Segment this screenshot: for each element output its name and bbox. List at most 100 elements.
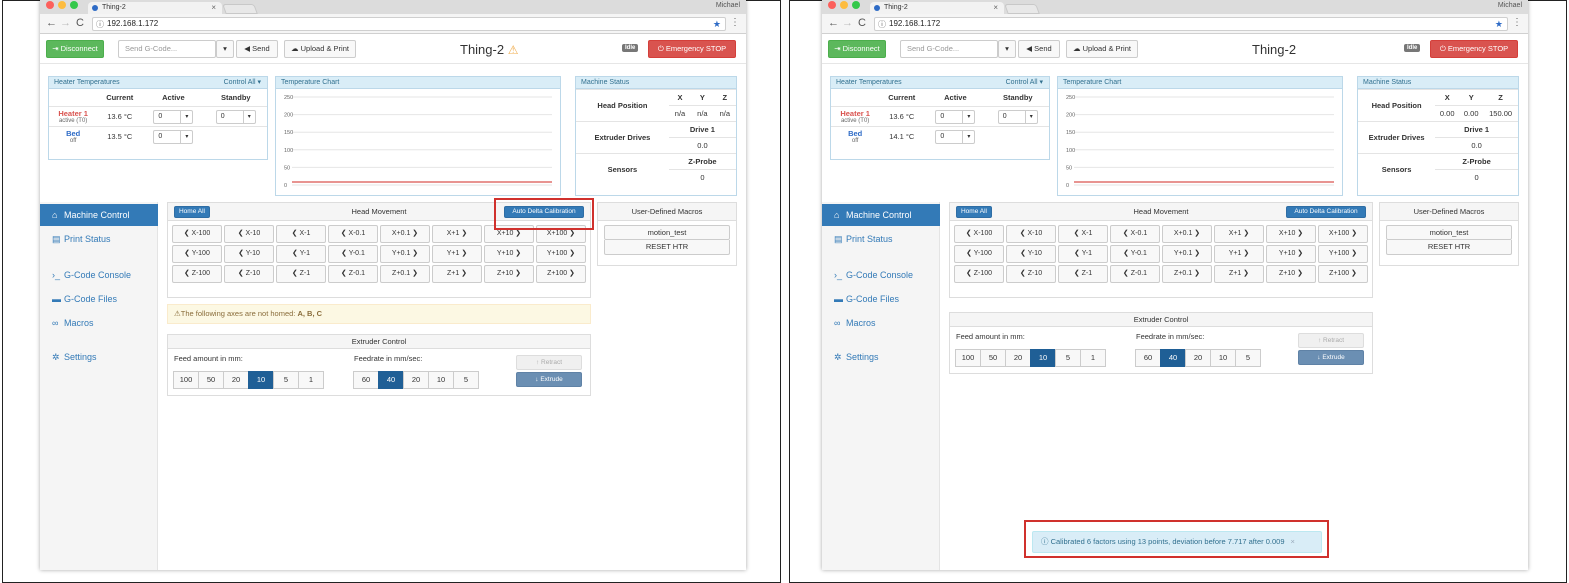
rate-option[interactable]: 5 bbox=[1235, 349, 1261, 367]
move-button[interactable]: Z+0.1 ❯ bbox=[1162, 265, 1212, 283]
close-tab-icon[interactable]: × bbox=[993, 2, 998, 13]
move-button[interactable]: ❮ Z-1 bbox=[1058, 265, 1108, 283]
rate-option[interactable]: 10 bbox=[1210, 349, 1236, 367]
close-window-button[interactable] bbox=[46, 1, 54, 9]
move-button[interactable]: Y+10 ❯ bbox=[484, 245, 534, 263]
move-button[interactable]: ❮ Z-1 bbox=[276, 265, 326, 283]
rate-option[interactable]: 40 bbox=[1160, 349, 1186, 367]
home-all-button[interactable]: Home All bbox=[956, 206, 992, 218]
send-button[interactable]: ◀ Send bbox=[1018, 40, 1060, 58]
sidebar-item-print-status[interactable]: ▤ Print Status bbox=[822, 228, 940, 250]
move-button[interactable]: ❮ Z-10 bbox=[1006, 265, 1056, 283]
heater1-standby-select[interactable]: 0 ▾ bbox=[215, 109, 256, 124]
move-button[interactable]: Y+0.1 ❯ bbox=[1162, 245, 1212, 263]
browser-menu-icon[interactable]: ⋮ bbox=[1512, 17, 1522, 28]
move-button[interactable]: Y+100 ❯ bbox=[536, 245, 586, 263]
extrude-button[interactable]: ↓ Extrude bbox=[1298, 350, 1364, 365]
heater1-name[interactable]: Heater 1 bbox=[52, 109, 94, 118]
move-button[interactable]: ❮ Z-100 bbox=[954, 265, 1004, 283]
gcode-history-dropdown[interactable]: ▾ bbox=[216, 40, 234, 58]
forward-icon[interactable]: → bbox=[60, 17, 71, 29]
macro-motion-test-button[interactable]: motion_test bbox=[1386, 225, 1512, 240]
gcode-input[interactable]: Send G-Code... bbox=[118, 40, 216, 58]
move-button[interactable]: ❮ X-1 bbox=[1058, 225, 1108, 243]
sidebar-item-machine-control[interactable]: ⌂ Machine Control bbox=[822, 204, 940, 226]
upload-print-button[interactable]: ☁ Upload & Print bbox=[284, 40, 356, 58]
feed-option[interactable]: 10 bbox=[1030, 349, 1056, 367]
heater1-standby-select[interactable]: 0 ▾ bbox=[997, 109, 1038, 124]
macro-reset-htr-button[interactable]: RESET HTR bbox=[1386, 240, 1512, 255]
bed-name[interactable]: Bed bbox=[834, 129, 876, 138]
feed-option[interactable]: 1 bbox=[1080, 349, 1106, 367]
rate-option[interactable]: 20 bbox=[1185, 349, 1211, 367]
move-button[interactable]: ❮ X-10 bbox=[1006, 225, 1056, 243]
back-icon[interactable]: ← bbox=[828, 17, 839, 29]
browser-menu-icon[interactable]: ⋮ bbox=[730, 17, 740, 28]
move-button[interactable]: ❮ Y-0.1 bbox=[1110, 245, 1160, 263]
feed-option[interactable]: 5 bbox=[1055, 349, 1081, 367]
new-tab-button[interactable] bbox=[222, 4, 258, 14]
move-button[interactable]: ❮ Z-0.1 bbox=[1110, 265, 1160, 283]
macro-motion-test-button[interactable]: motion_test bbox=[604, 225, 730, 240]
rate-option[interactable]: 60 bbox=[1135, 349, 1161, 367]
move-button[interactable]: Z+1 ❯ bbox=[432, 265, 482, 283]
feed-option[interactable]: 20 bbox=[223, 371, 249, 389]
move-button[interactable]: Z+100 ❯ bbox=[536, 265, 586, 283]
url-bar[interactable]: ⓘ 192.168.1.172 ★ bbox=[874, 17, 1508, 31]
move-button[interactable]: Y+1 ❯ bbox=[432, 245, 482, 263]
forward-icon[interactable]: → bbox=[842, 17, 853, 29]
move-button[interactable]: X+1 ❯ bbox=[1214, 225, 1264, 243]
move-button[interactable]: ❮ X-0.1 bbox=[1110, 225, 1160, 243]
heater1-name-cell[interactable]: Heater 1 active (T0) bbox=[831, 106, 880, 127]
send-button[interactable]: ◀ Send bbox=[236, 40, 278, 58]
gcode-input[interactable]: Send G-Code... bbox=[900, 40, 998, 58]
maximize-window-button[interactable] bbox=[70, 1, 78, 9]
control-all-dropdown[interactable]: Control All ▾ bbox=[224, 77, 261, 89]
feed-option[interactable]: 100 bbox=[173, 371, 199, 389]
move-button[interactable]: ❮ Y-0.1 bbox=[328, 245, 378, 263]
emergency-stop-button[interactable]: ⏻ Emergency STOP bbox=[1430, 40, 1518, 58]
bed-active-select[interactable]: 0 ▾ bbox=[935, 129, 976, 144]
feed-option[interactable]: 50 bbox=[198, 371, 224, 389]
move-button[interactable]: X+10 ❯ bbox=[1266, 225, 1316, 243]
feed-option[interactable]: 100 bbox=[955, 349, 981, 367]
sidebar-item-print-status[interactable]: ▤ Print Status bbox=[40, 228, 158, 250]
move-button[interactable]: ❮ Y-100 bbox=[172, 245, 222, 263]
move-button[interactable]: ❮ Z-100 bbox=[172, 265, 222, 283]
retract-button[interactable]: ↑ Retract bbox=[1298, 333, 1364, 348]
rate-option[interactable]: 5 bbox=[453, 371, 479, 389]
move-button[interactable]: Z+1 ❯ bbox=[1214, 265, 1264, 283]
move-button[interactable]: ❮ Y-1 bbox=[276, 245, 326, 263]
move-button[interactable]: Z+10 ❯ bbox=[484, 265, 534, 283]
move-button[interactable]: ❮ X-10 bbox=[224, 225, 274, 243]
extrude-button[interactable]: ↓ Extrude bbox=[516, 372, 582, 387]
reload-icon[interactable]: C bbox=[76, 17, 84, 29]
rate-option[interactable]: 10 bbox=[428, 371, 454, 389]
profile-name[interactable]: Michael bbox=[1498, 2, 1522, 9]
bed-active-select[interactable]: 0 ▾ bbox=[153, 129, 194, 144]
move-button[interactable]: ❮ Y-10 bbox=[1006, 245, 1056, 263]
feed-option[interactable]: 5 bbox=[273, 371, 299, 389]
feed-option[interactable]: 50 bbox=[980, 349, 1006, 367]
move-button[interactable]: ❮ X-100 bbox=[954, 225, 1004, 243]
feed-option[interactable]: 1 bbox=[298, 371, 324, 389]
bed-name-cell[interactable]: Bed off bbox=[831, 126, 880, 146]
sidebar-item-settings[interactable]: ✲ Settings bbox=[40, 346, 158, 368]
move-button[interactable]: ❮ X-1 bbox=[276, 225, 326, 243]
move-button[interactable]: Y+1 ❯ bbox=[1214, 245, 1264, 263]
move-button[interactable]: ❮ Y-1 bbox=[1058, 245, 1108, 263]
disconnect-button[interactable]: ⇥ Disconnect bbox=[828, 40, 886, 58]
sidebar-item-gcode-console[interactable]: ›_ G-Code Console bbox=[822, 264, 940, 286]
back-icon[interactable]: ← bbox=[46, 17, 57, 29]
move-button[interactable]: ❮ Z-0.1 bbox=[328, 265, 378, 283]
url-bar[interactable]: ⓘ 192.168.1.172 ★ bbox=[92, 17, 726, 31]
close-window-button[interactable] bbox=[828, 1, 836, 9]
move-button[interactable]: ❮ Y-10 bbox=[224, 245, 274, 263]
browser-tab[interactable]: Thing-2 × bbox=[870, 2, 1004, 14]
heater1-name[interactable]: Heater 1 bbox=[834, 109, 876, 118]
minimize-window-button[interactable] bbox=[840, 1, 848, 9]
retract-button[interactable]: ↑ Retract bbox=[516, 355, 582, 370]
move-button[interactable]: Z+0.1 ❯ bbox=[380, 265, 430, 283]
heater1-name-cell[interactable]: Heater 1 active (T0) bbox=[49, 106, 98, 127]
macro-reset-htr-button[interactable]: RESET HTR bbox=[604, 240, 730, 255]
